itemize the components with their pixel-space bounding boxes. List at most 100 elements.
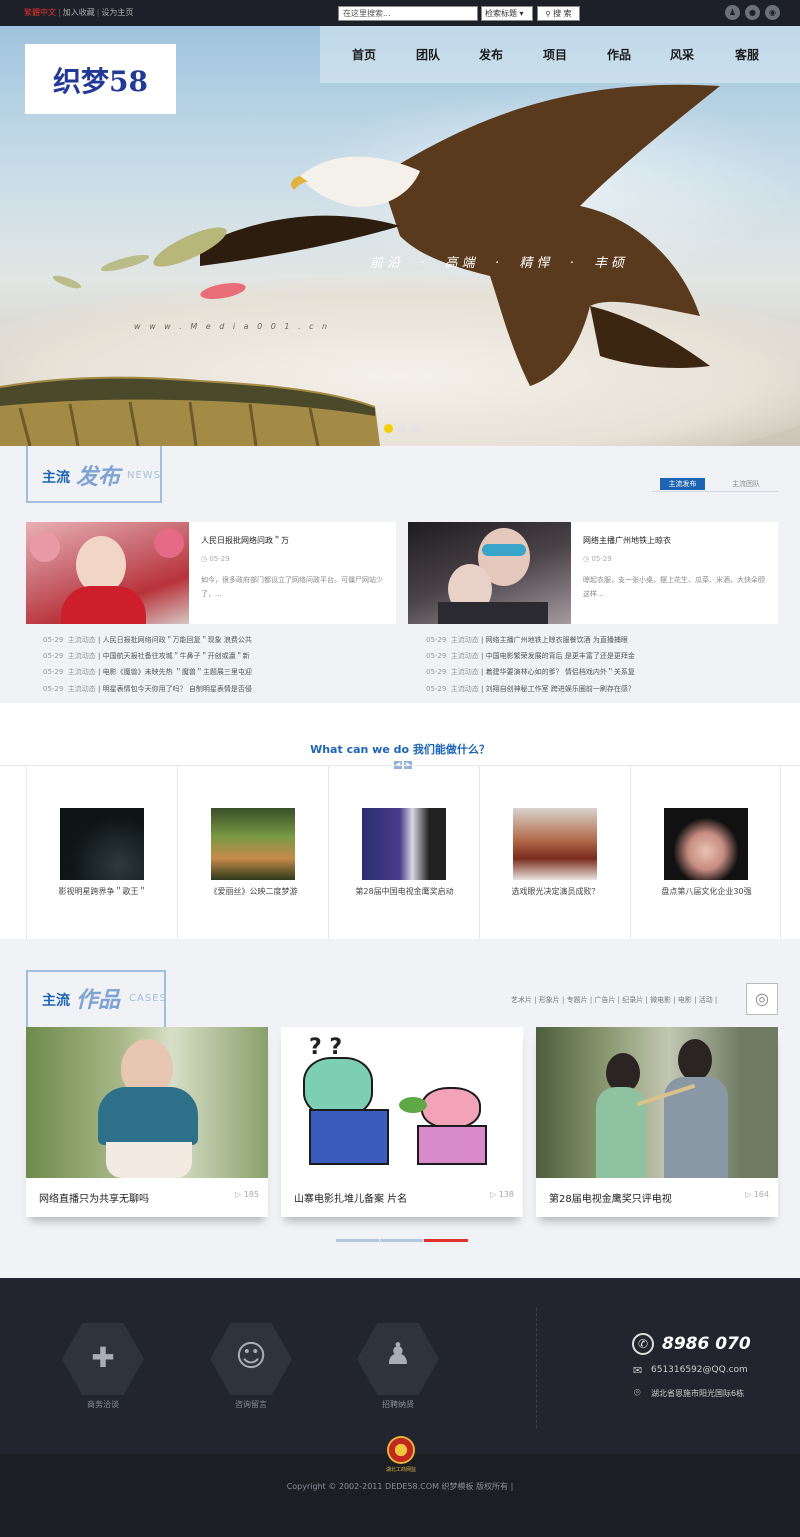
set-homepage-link[interactable]: 设为主页 bbox=[101, 8, 133, 17]
what-we-do-item[interactable]: 选戏眼光决定演员成败？ bbox=[479, 765, 630, 939]
wechat-icon[interactable]: ● bbox=[745, 5, 760, 20]
nav-works[interactable]: 作品 bbox=[607, 46, 631, 63]
play-icon: ▷ bbox=[745, 1190, 752, 1199]
category-link[interactable]: 广告片 bbox=[594, 996, 615, 1004]
news-card-image bbox=[26, 522, 189, 624]
news-card-title: 人民日报批网络问政＂万 bbox=[201, 536, 289, 545]
work-card-caption: 山寨电影扎堆儿备案 片名 bbox=[294, 1194, 408, 1205]
slider-dot-3[interactable] bbox=[412, 424, 421, 433]
news-list-item[interactable]: 05-29 主流动态 | 人民日报批网络问政＂万能回复＂现象 浪费公共 bbox=[43, 635, 278, 645]
service-label: 招聘纳贤 bbox=[382, 1400, 414, 1409]
nav-style[interactable]: 风采 bbox=[670, 46, 694, 63]
play-icon: ▷ bbox=[235, 1190, 242, 1199]
service-recruit[interactable]: ♟ bbox=[357, 1323, 439, 1395]
works-pager-2[interactable] bbox=[380, 1239, 423, 1242]
footer-email[interactable]: 651316592@QQ.com bbox=[651, 1365, 748, 1375]
news-list-date: 05-29 bbox=[43, 652, 64, 660]
news-list-item[interactable]: 05-29 主流动态 | 明星表情包今天你用了吗？ 自制明星表情是否侵 bbox=[43, 684, 278, 694]
service-business[interactable]: ✚ bbox=[62, 1323, 144, 1395]
nav-service[interactable]: 客服 bbox=[735, 46, 759, 63]
work-card-count: ▷ 185 bbox=[235, 1190, 259, 1199]
category-link[interactable]: 活动 bbox=[699, 996, 713, 1004]
works-pager-3[interactable] bbox=[424, 1239, 468, 1242]
news-list-category: 主流动态 bbox=[67, 636, 96, 644]
footer-address: 湖北省恩施市阳光国际6栋 bbox=[651, 1389, 745, 1398]
qq-icon[interactable]: ♟ bbox=[725, 5, 740, 20]
work-card[interactable]: ? ? 山寨电影扎堆儿备案 片名 ▷ 138 bbox=[281, 1027, 523, 1217]
what-we-do-item[interactable]: 《爱丽丝》公映二度梦游 bbox=[177, 765, 328, 939]
nav-team[interactable]: 团队 bbox=[416, 46, 440, 63]
what-we-do-caption: 《爱丽丝》公映二度梦游 bbox=[209, 887, 298, 896]
work-card-image bbox=[536, 1027, 778, 1178]
work-card-caption: 第28届电视金鹰奖只评电视 bbox=[549, 1194, 672, 1205]
category-link[interactable]: 纪录片 bbox=[622, 996, 643, 1004]
search-type-select[interactable]: 检索标题 ▾ bbox=[481, 6, 533, 21]
clock-icon: ◷ bbox=[583, 555, 590, 563]
category-link[interactable]: 形象片 bbox=[539, 996, 560, 1004]
lang-link[interactable]: 繁體中文 bbox=[24, 8, 56, 17]
copyright-text: Copyright © 2002-2011 DEDE58.COM 织梦模板 版权… bbox=[286, 1482, 514, 1491]
works-title: 主流 bbox=[42, 993, 70, 1009]
what-we-do-image bbox=[60, 808, 144, 880]
news-title-script: 发布 bbox=[76, 464, 121, 490]
news-list-title: 中国航天报社备往攻城＂牛鼻子＂开创或瀛＂新 bbox=[102, 652, 250, 660]
category-link[interactable]: 艺术片 bbox=[511, 996, 532, 1004]
news-list-category: 主流动态 bbox=[67, 668, 96, 676]
site-logo[interactable]: 织梦58 bbox=[25, 44, 176, 114]
tab-news-publish[interactable]: 主流发布 bbox=[660, 478, 705, 490]
top-bar: 繁體中文 | 加入收藏 | 设为主页 在这里搜索... 检索标题 ▾ ⚲ 搜 索 ♟ ●… bbox=[0, 0, 800, 26]
news-list-date: 05-29 bbox=[43, 636, 64, 644]
what-we-do-caption: 盘点第八届文化企业30强 bbox=[661, 887, 752, 896]
what-we-do-image bbox=[211, 808, 295, 880]
camera-aperture-icon[interactable]: ◎ bbox=[746, 983, 778, 1015]
nav-home[interactable]: 首页 bbox=[352, 46, 376, 63]
nav-publish[interactable]: 发布 bbox=[479, 46, 503, 63]
news-list-item[interactable]: 05-29 主流动态 | 电影《魔兽》未映先热 ＂魔兽＂主题展三里屯迎 bbox=[43, 667, 278, 677]
work-card-image bbox=[26, 1027, 268, 1178]
add-favorite-link[interactable]: 加入收藏 bbox=[63, 8, 95, 17]
slider-dot-1[interactable] bbox=[384, 424, 393, 433]
chevron-down-icon: ▾ bbox=[519, 9, 524, 18]
work-card[interactable]: 第28届电视金鹰奖只评电视 ▷ 164 bbox=[536, 1027, 778, 1217]
hero-watermark: w w w . M e d i a 0 0 1 . c n bbox=[134, 322, 331, 331]
leaf-decoration bbox=[51, 273, 83, 291]
news-card[interactable]: 网络主播广州地铁上晾衣 ◷ 05-29 晾起衣服，支一张小桌，摆上花生、瓜菜、米… bbox=[408, 522, 778, 624]
news-list-item[interactable]: 05-29 主流动态 | 网络主播广州地铁上晾衣服餐饮酒 为直播捕眼 bbox=[426, 635, 661, 645]
news-list-item[interactable]: 05-29 主流动态 | 刘翔自创神秘工作室 跨进娱乐圈前一刷存在感？ bbox=[426, 684, 661, 694]
weibo-icon[interactable]: ◉ bbox=[765, 5, 780, 20]
slider-dot-2[interactable] bbox=[398, 424, 407, 433]
search-input[interactable]: 在这里搜索... bbox=[338, 6, 478, 21]
works-title-script: 作品 bbox=[76, 987, 121, 1013]
nav-projects[interactable]: 项目 bbox=[543, 46, 567, 63]
search-type-value: 检索标题 bbox=[485, 9, 517, 18]
service-consult[interactable]: ☺ bbox=[210, 1323, 292, 1395]
category-link[interactable]: 微电影 bbox=[650, 996, 671, 1004]
search-button[interactable]: ⚲ 搜 索 bbox=[537, 6, 580, 21]
work-card[interactable]: 网络直播只为共享无聊吗 ▷ 185 bbox=[26, 1027, 268, 1217]
news-list-item[interactable]: 05-29 主流动态 | 中国电影繁荣发展的背后 是更丰富了还是更拜金 bbox=[426, 651, 661, 661]
news-card-image bbox=[408, 522, 571, 624]
service-label: 咨询留言 bbox=[235, 1400, 267, 1409]
phone-icon: ✆ bbox=[632, 1333, 654, 1355]
mail-icon: ✉ bbox=[633, 1364, 643, 1377]
news-list-item[interactable]: 05-29 主流动态 | 中国航天报社备往攻城＂牛鼻子＂开创或瀛＂新 bbox=[43, 651, 278, 661]
leaf-decoration bbox=[99, 251, 151, 275]
top-links: 繁體中文 | 加入收藏 | 设为主页 bbox=[24, 8, 134, 17]
news-list-category: 主流动态 bbox=[450, 685, 479, 693]
service-label: 商务洽谈 bbox=[87, 1400, 119, 1409]
news-card-date-text: 05-29 bbox=[591, 555, 612, 563]
what-we-do-title: What can we do 我们能做什么？ bbox=[310, 743, 490, 756]
news-card[interactable]: 人民日报批网络问政＂万 ◷ 05-29 如今，很多政府部门都设立了网络问政平台。… bbox=[26, 522, 396, 624]
works-pager-1[interactable] bbox=[336, 1239, 379, 1242]
tab-news-team[interactable]: 主流团队 bbox=[722, 478, 770, 490]
what-we-do-item[interactable]: 影视明星跨界争＂歌王＂ bbox=[26, 765, 177, 939]
what-we-do-item[interactable]: 第28届中国电视金鹰奖启动 bbox=[328, 765, 479, 939]
category-link[interactable]: 电影 bbox=[678, 996, 692, 1004]
news-list-title: 电影《魔兽》未映先热 ＂魔兽＂主题展三里屯迎 bbox=[102, 668, 252, 676]
category-link[interactable]: 专题片 bbox=[567, 996, 588, 1004]
police-badge-icon[interactable] bbox=[387, 1436, 415, 1464]
news-list-item[interactable]: 05-29 主流动态 | 着建华要演林心如的爹？ 情侣档戏内外＂关系复 bbox=[426, 667, 661, 677]
badge-text: 湖北工商网监 bbox=[385, 1467, 416, 1473]
hero-banner: 织梦58 首页 团队 发布 项目 作品 风采 客服 前沿 · 高端 · 精悍 ·… bbox=[0, 26, 800, 446]
what-we-do-item[interactable]: 盘点第八届文化企业30强 bbox=[630, 765, 781, 939]
